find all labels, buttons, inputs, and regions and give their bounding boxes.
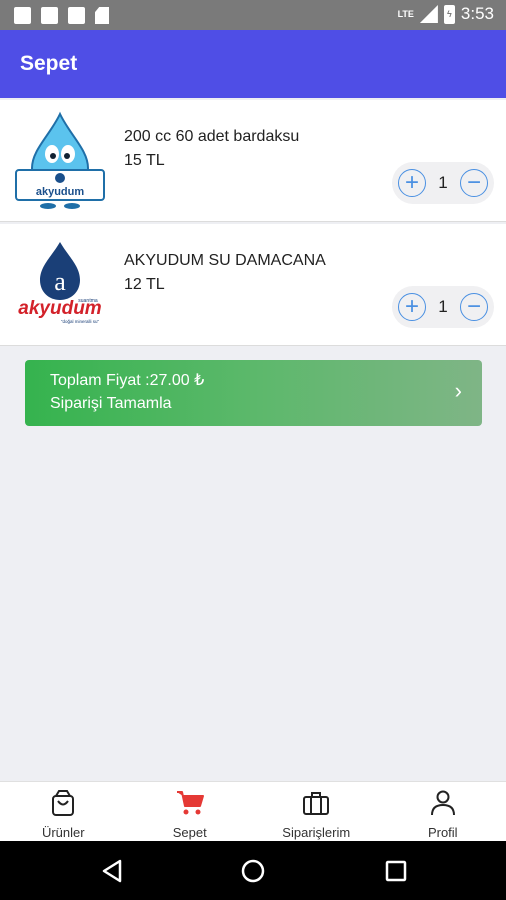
nav-item-cart[interactable]: Sepet xyxy=(127,782,254,841)
system-navigation-bar xyxy=(0,841,506,900)
chevron-right-icon: › xyxy=(454,378,462,403)
product-price: 15 TL xyxy=(124,152,165,169)
bottom-navigation: Ürünler Sepet Siparişlerim Profil xyxy=(0,781,506,841)
notification-icon xyxy=(41,7,58,24)
notification-icons xyxy=(14,7,109,24)
cart-item: akyudum 200 cc 60 adet bardaksu 15 TL + … xyxy=(0,100,506,222)
decrease-quantity-button[interactable]: − xyxy=(460,293,488,321)
product-image: a suarıtma akyudum "doğal mineralli su" xyxy=(18,242,102,324)
briefcase-icon xyxy=(303,792,330,815)
nav-label: Ürünler xyxy=(41,825,85,840)
recents-icon[interactable] xyxy=(384,858,408,884)
network-type: LTE xyxy=(397,9,414,19)
product-price: 12 TL xyxy=(124,276,165,293)
signal-icon xyxy=(419,5,438,23)
cart-item: a suarıtma akyudum "doğal mineralli su" … xyxy=(0,224,506,346)
total-price: Toplam Fiyat :27.00 ₺ xyxy=(50,372,205,389)
nav-label: Sepet xyxy=(172,825,207,840)
logo-text: akyudum xyxy=(18,298,102,319)
quantity-stepper: + 1 − xyxy=(392,162,494,204)
svg-text:a: a xyxy=(54,267,66,296)
logo-tagline: "doğal mineralli su" xyxy=(61,319,100,324)
nav-label: Profil xyxy=(427,825,458,840)
app-bar: Sepet xyxy=(0,30,506,98)
person-icon xyxy=(430,790,455,816)
notification-icon xyxy=(68,7,85,24)
clock: 3:53 xyxy=(460,4,494,23)
status-bar: LTE ϟ 3:53 xyxy=(0,0,506,30)
nav-item-orders[interactable]: Siparişlerim xyxy=(253,782,380,841)
complete-order-label: Siparişi Tamamla xyxy=(50,395,172,412)
nav-item-products[interactable]: Ürünler xyxy=(0,782,127,841)
home-icon[interactable] xyxy=(240,858,266,884)
checkout-button[interactable]: Toplam Fiyat :27.00 ₺ Siparişi Tamamla › xyxy=(25,360,482,426)
product-name: AKYUDUM SU DAMACANA xyxy=(124,252,326,269)
battery-icon: ϟ xyxy=(443,4,455,24)
sd-card-icon xyxy=(95,7,109,24)
product-name: 200 cc 60 adet bardaksu xyxy=(124,128,300,145)
logo-text: akyudum xyxy=(36,186,85,198)
nav-label: Siparişlerim xyxy=(282,825,351,840)
nav-item-profile[interactable]: Profil xyxy=(380,782,506,841)
decrease-quantity-button[interactable]: − xyxy=(460,169,488,197)
notification-icon xyxy=(14,7,31,24)
bag-icon xyxy=(52,790,75,816)
product-image: akyudum xyxy=(15,111,105,209)
quantity-stepper: + 1 − xyxy=(392,286,494,328)
back-icon[interactable] xyxy=(100,858,124,884)
page-title: Sepet xyxy=(20,52,78,75)
cart-icon xyxy=(176,791,204,815)
